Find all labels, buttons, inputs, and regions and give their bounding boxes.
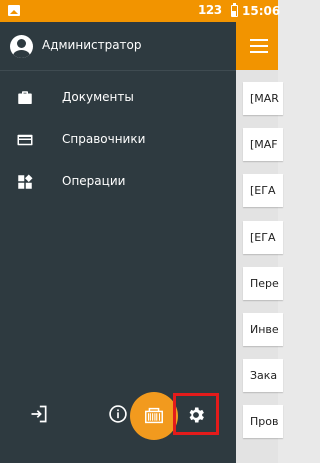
status-time: 15:06 [242,4,281,18]
drawer-divider [0,70,236,71]
list-item[interactable]: [MAF [243,128,283,161]
info-icon[interactable] [108,404,128,424]
menu-icon[interactable] [250,39,268,53]
settings-highlight-box [173,393,219,435]
nav-item-label: Документы [62,90,134,104]
input-indicator: 123 [198,3,222,17]
nav-item-operations[interactable]: Операции [0,164,236,200]
briefcase-icon [18,91,32,104]
gallery-notification-icon [8,5,20,16]
list-item[interactable]: Зака [243,359,283,392]
battery-icon [231,3,238,17]
nav-item-documents[interactable]: Документы [0,80,236,116]
nav-item-label: Операции [62,174,126,188]
barcode-scanner-icon [145,407,163,424]
list-item[interactable]: [MAR [243,82,283,115]
list-item[interactable]: [ЕГА [243,221,283,254]
list-item[interactable]: Пров [243,405,283,438]
nav-item-references[interactable]: Справочники [0,122,236,158]
nav-item-label: Справочники [62,132,146,146]
status-bar: 123 15:06 [0,0,281,22]
account-icon [10,35,33,58]
list-item[interactable]: Пере [243,267,283,300]
logout-icon[interactable] [29,404,49,424]
list-item[interactable]: [ЕГА [243,174,283,207]
widgets-icon [18,174,33,189]
list-item[interactable]: Инве [243,313,283,346]
scan-fab[interactable] [130,392,178,440]
drawer-header[interactable]: Администратор [0,22,236,70]
card-icon [17,134,33,146]
user-name: Администратор [42,38,142,52]
